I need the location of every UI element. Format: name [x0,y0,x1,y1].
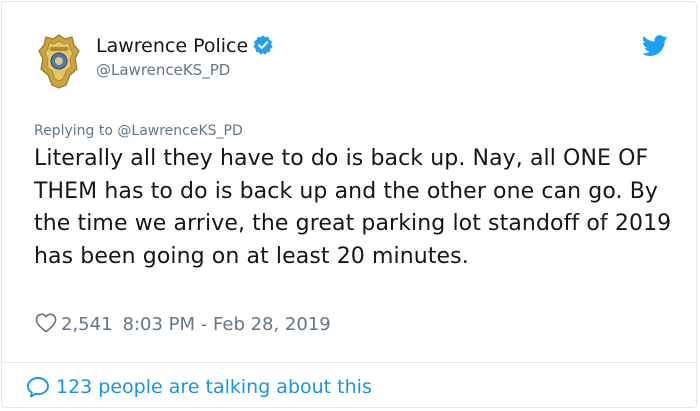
heart-icon[interactable] [35,313,57,333]
verified-badge-icon [253,35,273,55]
talking-count-label[interactable]: 123 people are talking about this [56,376,372,398]
display-name-text[interactable]: Lawrence Police [96,35,248,57]
replying-to-prefix: Replying to [34,123,113,139]
footer-divider [2,362,696,363]
tweet-text: Literally all they have to do is back up… [34,146,672,269]
author-display-name[interactable]: Lawrence Police [96,33,274,59]
police-badge-icon[interactable] [38,33,80,89]
tweet-card: Lawrence Police @LawrenceKS_PD Replying … [1,1,697,408]
tweet-meta: 2,541 8:03 PM - Feb 28, 2019 [35,312,331,338]
replying-to: Replying to @LawrenceKS_PD [34,121,243,141]
tweet-timestamp[interactable]: 8:03 PM - Feb 28, 2019 [123,314,331,335]
replying-to-handle-link[interactable]: @LawrenceKS_PD [117,123,242,139]
like-count[interactable]: 2,541 [61,314,113,335]
conversation-link[interactable]: 123 people are talking about this [26,374,372,400]
speech-bubble-icon [27,377,49,398]
twitter-bird-icon[interactable] [642,35,668,57]
author-handle[interactable]: @LawrenceKS_PD [96,60,230,80]
